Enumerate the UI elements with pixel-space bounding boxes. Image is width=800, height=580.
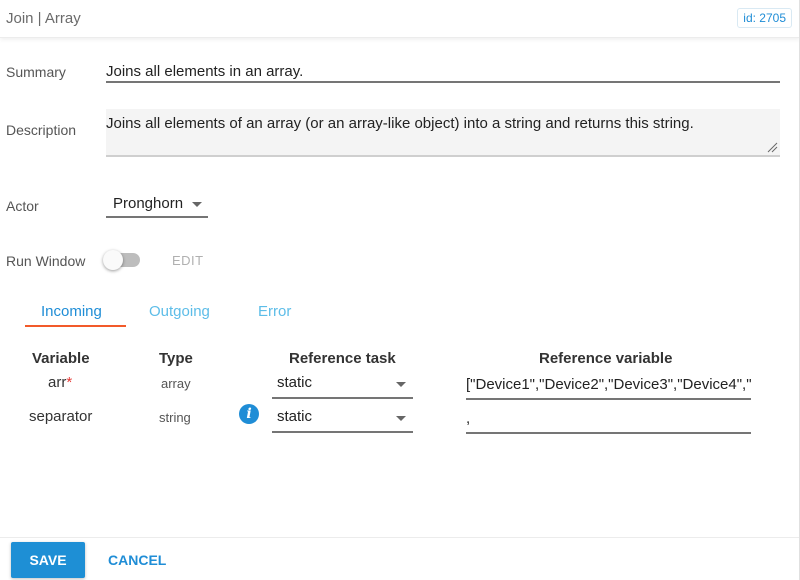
caret-down-icon bbox=[396, 416, 406, 421]
edit-button[interactable]: EDIT bbox=[172, 253, 204, 268]
reference-variable-input[interactable]: , bbox=[466, 406, 751, 434]
page-title: Join | Array bbox=[6, 10, 81, 27]
variable-name: arr* bbox=[48, 374, 72, 391]
summary-label: Summary bbox=[6, 64, 66, 80]
description-label: Description bbox=[6, 122, 77, 138]
run-window-label: Run Window bbox=[6, 253, 86, 269]
actor-value: Pronghorn bbox=[113, 195, 184, 212]
footer-bar: SAVE CANCEL bbox=[0, 537, 800, 580]
reference-task-value: static bbox=[277, 374, 313, 391]
active-tab-indicator bbox=[25, 325, 126, 327]
caret-down-icon bbox=[396, 382, 406, 387]
tab-incoming[interactable]: Incoming bbox=[41, 303, 102, 320]
toggle-knob bbox=[103, 250, 123, 270]
variable-label: arr bbox=[48, 374, 67, 391]
reference-task-select[interactable]: static bbox=[272, 405, 413, 433]
header-bar: Join | Array id: 2705 bbox=[0, 0, 800, 38]
actor-select[interactable]: Pronghorn bbox=[106, 192, 208, 218]
description-textarea[interactable]: Joins all elements of an array (or an ar… bbox=[106, 109, 780, 157]
required-marker: * bbox=[66, 374, 73, 391]
reference-variable-input[interactable]: ["Device1","Device2","Device3","Device4"… bbox=[466, 372, 751, 400]
header-reference-variable: Reference variable bbox=[539, 350, 673, 367]
header-type: Type bbox=[159, 350, 193, 367]
reference-task-value: static bbox=[277, 408, 313, 425]
variable-type: array bbox=[161, 376, 191, 391]
header-variable: Variable bbox=[32, 350, 90, 367]
actor-label: Actor bbox=[6, 198, 39, 214]
reference-task-select[interactable]: static bbox=[272, 371, 413, 399]
id-badge: id: 2705 bbox=[737, 8, 792, 28]
save-button[interactable]: SAVE bbox=[11, 542, 85, 578]
run-window-toggle[interactable] bbox=[103, 250, 140, 270]
summary-input[interactable]: Joins all elements in an array. bbox=[106, 58, 780, 83]
caret-down-icon bbox=[192, 202, 202, 207]
tab-outgoing[interactable]: Outgoing bbox=[149, 303, 210, 320]
description-text: Joins all elements of an array (or an ar… bbox=[106, 115, 694, 132]
info-icon[interactable]: i bbox=[239, 404, 259, 424]
variable-name: separator bbox=[29, 408, 93, 425]
tab-error[interactable]: Error bbox=[258, 303, 291, 320]
header-reference-task: Reference task bbox=[289, 350, 396, 367]
variable-type: string bbox=[159, 410, 191, 425]
cancel-button[interactable]: CANCEL bbox=[108, 552, 166, 568]
resize-grip-icon[interactable] bbox=[767, 142, 778, 153]
